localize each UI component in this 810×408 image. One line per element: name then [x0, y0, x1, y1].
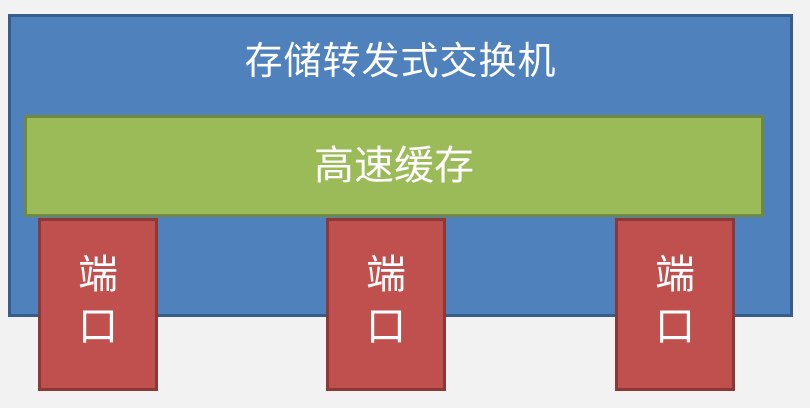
port-label-3: 端口	[655, 251, 695, 350]
port-box-2: 端口	[326, 218, 446, 391]
switch-title: 存储转发式交换机	[244, 39, 557, 83]
port-box-3: 端口	[615, 218, 735, 391]
cache-label: 高速缓存	[314, 143, 474, 189]
cache-box: 高速缓存	[24, 115, 764, 217]
port-label-1: 端口	[78, 251, 118, 350]
port-label-2: 端口	[366, 251, 406, 350]
port-box-1: 端口	[38, 218, 158, 391]
